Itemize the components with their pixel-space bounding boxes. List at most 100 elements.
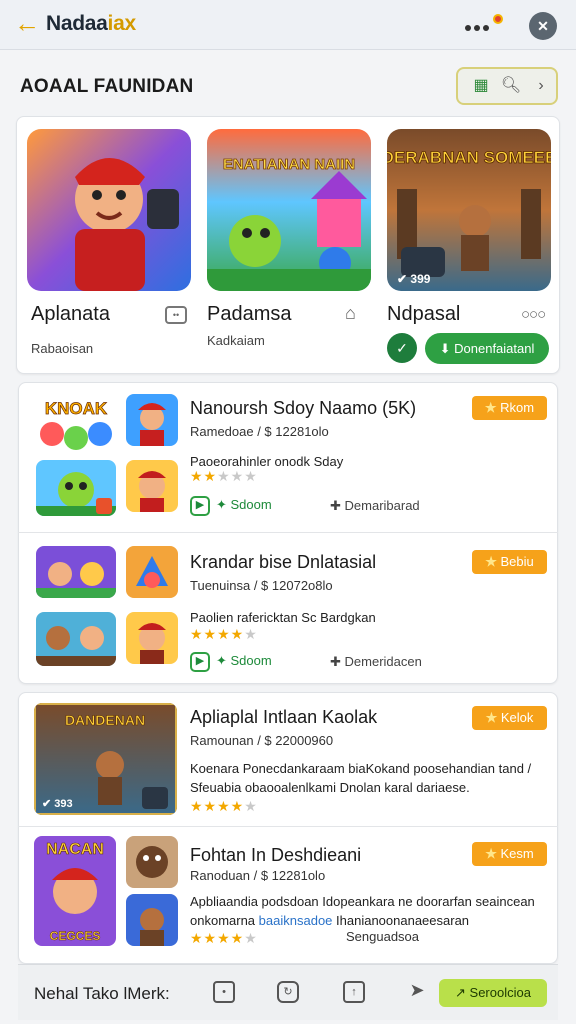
row1-title[interactable]: Nanoursh Sdoy Naamo (5K) (190, 398, 416, 419)
row1-link[interactable]: ✚ Demaribarad (330, 498, 420, 514)
play-icon: ▶ (190, 495, 210, 516)
featured-image-2-title: ENATIANAN NAIIN (223, 156, 355, 173)
section-title: AOAAL FAUNIDAN (20, 76, 194, 97)
row2-thumb-a-art (36, 546, 116, 598)
row1-thumb-d[interactable] (126, 460, 178, 512)
bottom-label: Nehal Tako lMerk: (34, 984, 170, 1003)
share-icon[interactable]: ↑ (343, 981, 365, 1003)
row1-thumb-a[interactable]: KNOAK (36, 394, 116, 456)
featured-image-3[interactable]: DERABNAN SOMEEE ✔ 399 (387, 129, 551, 291)
list-icon[interactable]: ▦ (468, 75, 494, 97)
row1-thumb-d-art (126, 460, 178, 512)
row1-thumb-text: KNOAK (45, 399, 108, 418)
row4-thumb-text: NACAN (46, 841, 104, 858)
row1-badge[interactable]: ★ Rkom (472, 396, 547, 420)
chat-icon[interactable]: •• (165, 306, 187, 324)
adventure-game-image: DERABNAN SOMEEE ✔ 399 (387, 129, 551, 291)
row4-thumb-b[interactable] (126, 836, 178, 888)
shield-icon[interactable]: ✓ (387, 333, 417, 363)
brand-accent: iax (107, 12, 137, 35)
section-tools: ▦ 🔍︎ › (456, 67, 558, 105)
row4-desc: Apbliaandia podsdoan Idopeankara ne door… (190, 892, 540, 930)
bottom-bar: Nehal Tako lMerk: • ↻ ↑ ➤ ↗ Seroolcioa (18, 964, 558, 1020)
bottom-cta-button[interactable]: ↗ Seroolcioa (439, 979, 547, 1007)
row4-thumb-a[interactable]: NACAN CEGCES (34, 836, 116, 946)
send-icon[interactable]: ➤ (406, 981, 428, 1003)
chevron-right-icon[interactable]: › (528, 75, 554, 97)
row4-badge-label: Kesm (500, 846, 534, 861)
featured-sub-1: Rabaoisan (31, 341, 94, 356)
row4-thumb-a-art: NACAN CEGCES (34, 836, 116, 946)
featured-image-2[interactable]: ENATIANAN NAIIN (207, 129, 371, 291)
bookmark-icon[interactable]: • (213, 981, 235, 1003)
row4-thumb-c-art (126, 894, 178, 946)
row1-thumb-a-art: KNOAK (36, 394, 116, 456)
top-bar: ← Nadaaiax ✕ (0, 0, 576, 50)
row3-title[interactable]: Apliaplal Intlaan Kaolak (190, 707, 377, 728)
row4-thumb-c[interactable] (126, 894, 178, 946)
row1-thumb-b[interactable] (126, 394, 178, 446)
row2-thumb-c-art (36, 612, 116, 666)
more-dots-icon[interactable]: ○○○ (521, 306, 546, 323)
row2-rating: ★★★★★ (190, 626, 258, 642)
row2-title[interactable]: Krandar bise Dnlatasial (190, 552, 376, 573)
profile-icon[interactable]: ✕ (529, 12, 557, 40)
row1-thumb-b-art (126, 394, 178, 446)
row3-thumb-text: DANDENAN (65, 712, 145, 728)
row2-thumb-c[interactable] (36, 612, 116, 666)
row4-meta: Ranoduan / $ 12281olo (190, 868, 326, 883)
featured-image-3-counter: ✔ 399 (397, 272, 431, 286)
row3-desc: Koenara Ponecdankaraam biaKokand pooseha… (190, 761, 532, 795)
row1-thumb-c[interactable] (36, 460, 116, 516)
row2-thumb-b-art (126, 546, 178, 598)
row1-action-button[interactable]: ▶ ✦ Sdoom (190, 494, 272, 516)
search-icon[interactable]: 🔍︎ (498, 75, 524, 97)
row4-subnote: Senguadsoa (346, 929, 420, 944)
row4-rating: ★★★★★ (190, 930, 258, 946)
row4-desc-tail: Ihanianoonanaeesaran (336, 913, 470, 928)
notification-badge-icon (493, 14, 503, 24)
row2-badge[interactable]: ★ Bebiu (472, 550, 547, 574)
row3-badge-label: Kelok (500, 710, 534, 725)
row4-thumb-b-art (126, 836, 178, 888)
download-label: Donenfaiatanl (454, 341, 535, 356)
row1-link-label: Demaribarad (344, 498, 420, 513)
row4-desc-link[interactable]: baaiknsadoe (259, 913, 333, 928)
more-dots-icon[interactable] (465, 14, 505, 36)
row2-thumb-a[interactable] (36, 546, 116, 598)
featured-image-1[interactable] (27, 129, 191, 291)
featured-card: ENATIANAN NAIIN DERABNAN SOMEEE ✔ 399 Ap… (16, 116, 560, 374)
row4-thumb-subtext: CEGCES (50, 929, 101, 943)
row2-action-label: Sdoom (230, 653, 272, 668)
row2-link[interactable]: ✚ Demeridacen (330, 654, 422, 670)
row4-title[interactable]: Fohtan In Deshdieani (190, 845, 361, 866)
refresh-icon[interactable]: ↻ (277, 981, 299, 1003)
download-button[interactable]: ⬇ Donenfaiatanl (425, 333, 549, 364)
row2-thumb-d-art (126, 612, 178, 664)
house-icon[interactable]: ⌂ (345, 303, 356, 324)
row2-action-button[interactable]: ▶ ✦ Sdoom (190, 650, 272, 672)
featured-name-2[interactable]: Padamsa (207, 303, 292, 326)
hero-character-image (27, 129, 191, 291)
row2-thumb-b[interactable] (126, 546, 178, 598)
play-icon: ▶ (190, 651, 210, 672)
divider (18, 826, 558, 827)
row4-badge[interactable]: ★ Kesm (472, 842, 547, 866)
divider (18, 532, 558, 533)
row2-thumb-d[interactable] (126, 612, 178, 664)
row3-badge[interactable]: ★ Kelok (472, 706, 547, 730)
featured-sub-2: Kadkaiam (207, 333, 265, 348)
row3-thumb[interactable]: DANDENAN ✔ 393 (34, 703, 177, 815)
featured-image-3-title: DERABNAN SOMEEE (387, 148, 551, 167)
brand-main: Nadaa (46, 12, 108, 35)
row3-thumb-counter: ✔ 393 (42, 798, 73, 810)
row1-meta: Ramedoae / $ 12281olo (190, 424, 329, 439)
back-arrow-icon[interactable]: ← (12, 9, 42, 39)
row1-thumb-c-art (36, 460, 116, 516)
row2-link-label: Demeridacen (344, 654, 422, 669)
featured-name-3[interactable]: Ndpasal (387, 303, 460, 326)
row1-rating: ★★★★★ (190, 468, 258, 484)
row3-meta: Ramounan / $ 22000960 (190, 733, 334, 748)
featured-name-1[interactable]: Aplanata (31, 303, 110, 326)
row2-badge-label: Bebiu (500, 554, 534, 569)
